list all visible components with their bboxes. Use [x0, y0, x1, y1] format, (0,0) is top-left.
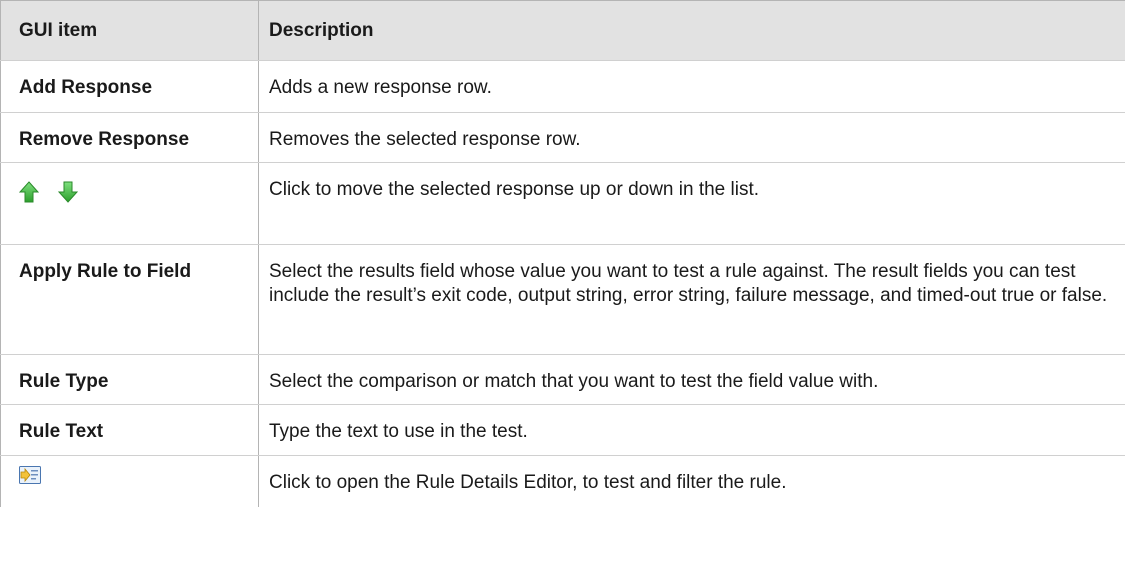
gui-item-apply-rule-to-field: Apply Rule to Field	[0, 244, 259, 355]
column-header-gui-item: GUI item	[0, 0, 259, 61]
table-row: Click to open the Rule Details Editor, t…	[0, 455, 1125, 507]
gui-item-rule-type: Rule Type	[0, 354, 259, 405]
column-header-description: Description	[258, 0, 1125, 61]
description-add-response: Adds a new response row.	[258, 60, 1125, 113]
up-arrow-icon	[18, 181, 40, 210]
table-row: Rule Type Select the comparison or match…	[0, 354, 1125, 405]
table-row: Rule Text Type the text to use in the te…	[0, 404, 1125, 456]
rule-details-editor-icon	[19, 465, 41, 492]
gui-item-add-response: Add Response	[0, 60, 259, 113]
description-rule-details-editor: Click to open the Rule Details Editor, t…	[258, 455, 1125, 507]
table-row: Add Response Adds a new response row.	[0, 60, 1125, 113]
table-header-row: GUI item Description	[0, 0, 1125, 61]
table-row: Remove Response Removes the selected res…	[0, 112, 1125, 163]
description-rule-text: Type the text to use in the test.	[258, 404, 1125, 456]
gui-items-table: GUI item Description Add Response Adds a…	[0, 0, 1125, 507]
gui-item-remove-response: Remove Response	[0, 112, 259, 163]
table-row: Click to move the selected response up o…	[0, 162, 1125, 245]
description-move-arrows: Click to move the selected response up o…	[258, 162, 1125, 245]
description-apply-rule-to-field: Select the results field whose value you…	[258, 244, 1125, 355]
description-rule-type: Select the comparison or match that you …	[258, 354, 1125, 405]
gui-item-move-arrows	[0, 162, 259, 245]
gui-item-rule-text: Rule Text	[0, 404, 259, 456]
down-arrow-icon	[58, 181, 79, 210]
description-remove-response: Removes the selected response row.	[258, 112, 1125, 163]
table-row: Apply Rule to Field Select the results f…	[0, 244, 1125, 355]
gui-item-rule-details-editor	[0, 455, 259, 507]
